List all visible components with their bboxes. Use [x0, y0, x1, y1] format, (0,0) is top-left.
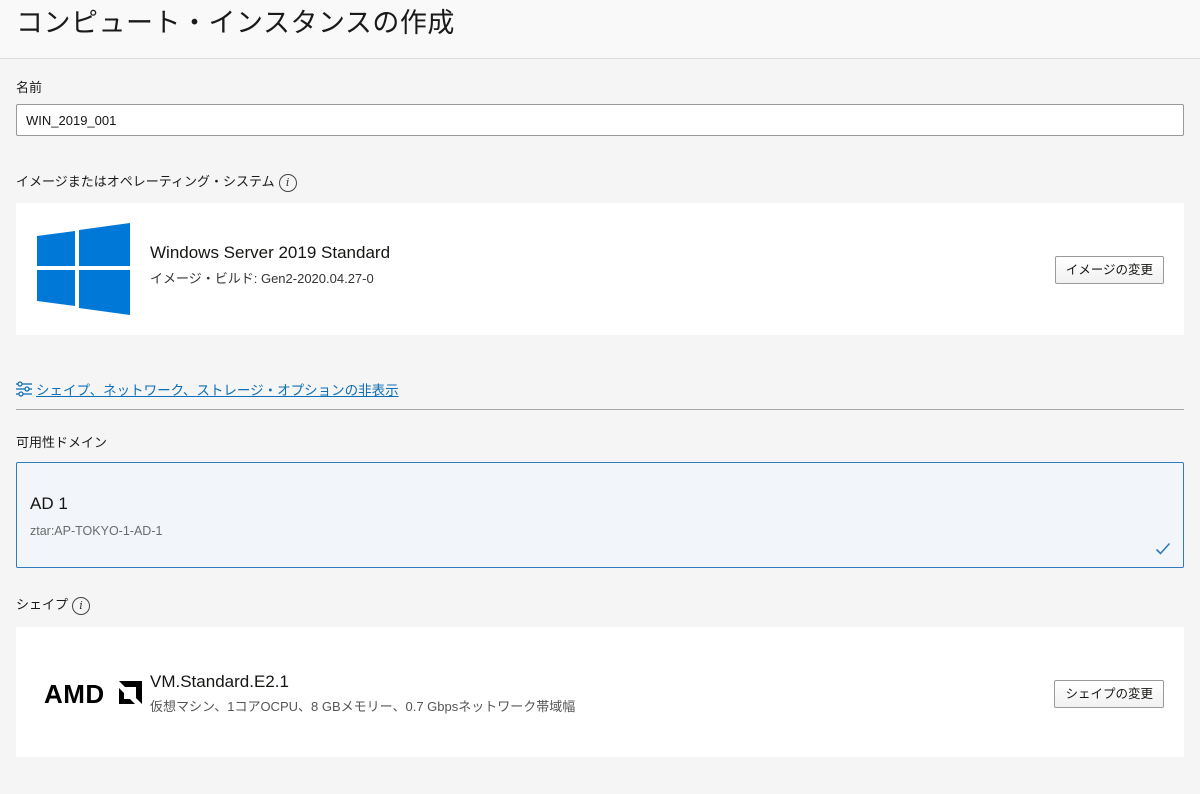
shape-info-icon[interactable]: i	[72, 597, 91, 615]
shape-title: VM.Standard.E2.1	[150, 672, 289, 691]
amd-logo-text: AMD	[44, 680, 105, 706]
page-title: コンピュート・インスタンスの作成	[16, 8, 455, 39]
image-info-icon[interactable]: i	[278, 174, 297, 192]
image-section-label-row: イメージまたはオペレーティング・システム i	[16, 174, 297, 192]
ad-name: AD 1	[30, 494, 68, 513]
section-divider	[16, 409, 1184, 410]
image-title: Windows Server 2019 Standard	[150, 243, 391, 262]
checkmark-icon	[1155, 542, 1171, 555]
change-shape-button[interactable]: シェイプの変更	[1054, 680, 1164, 708]
image-build: イメージ・ビルド: Gen2-2020.04.27-0	[150, 271, 374, 286]
options-toggle-label: シェイプ、ネットワーク、ストレージ・オプションの非表示	[36, 383, 399, 399]
sliders-icon	[16, 381, 32, 397]
shape-section-label-row: シェイプ i	[16, 597, 91, 615]
ad-subtitle: ztar:AP-TOKYO-1-AD-1	[30, 524, 163, 538]
name-input[interactable]	[16, 104, 1184, 136]
change-image-button[interactable]: イメージの変更	[1054, 256, 1164, 284]
availability-domain-tile-ad1[interactable]: AD 1 ztar:AP-TOKYO-1-AD-1	[16, 462, 1184, 568]
options-toggle-link[interactable]: シェイプ、ネットワーク、ストレージ・オプションの非表示	[14, 379, 399, 399]
windows-logo-icon	[37, 223, 130, 315]
shape-details: 仮想マシン、1コアOCPU、8 GBメモリー、0.7 Gbpsネットワーク帯域幅	[150, 699, 576, 714]
shape-card: AMD VM.Standard.E2.1 仮想マシン、1コアOCPU、8 GBメ…	[16, 627, 1184, 757]
shape-section-label: シェイプ	[16, 598, 69, 613]
image-card: Windows Server 2019 Standard イメージ・ビルド: G…	[16, 203, 1184, 335]
amd-logo-icon: AMD	[44, 680, 142, 706]
availability-domain-label: 可用性ドメイン	[16, 436, 108, 451]
image-section-label: イメージまたはオペレーティング・システム	[16, 175, 275, 190]
page-header: コンピュート・インスタンスの作成	[0, 0, 1200, 59]
name-label: 名前	[16, 81, 43, 96]
